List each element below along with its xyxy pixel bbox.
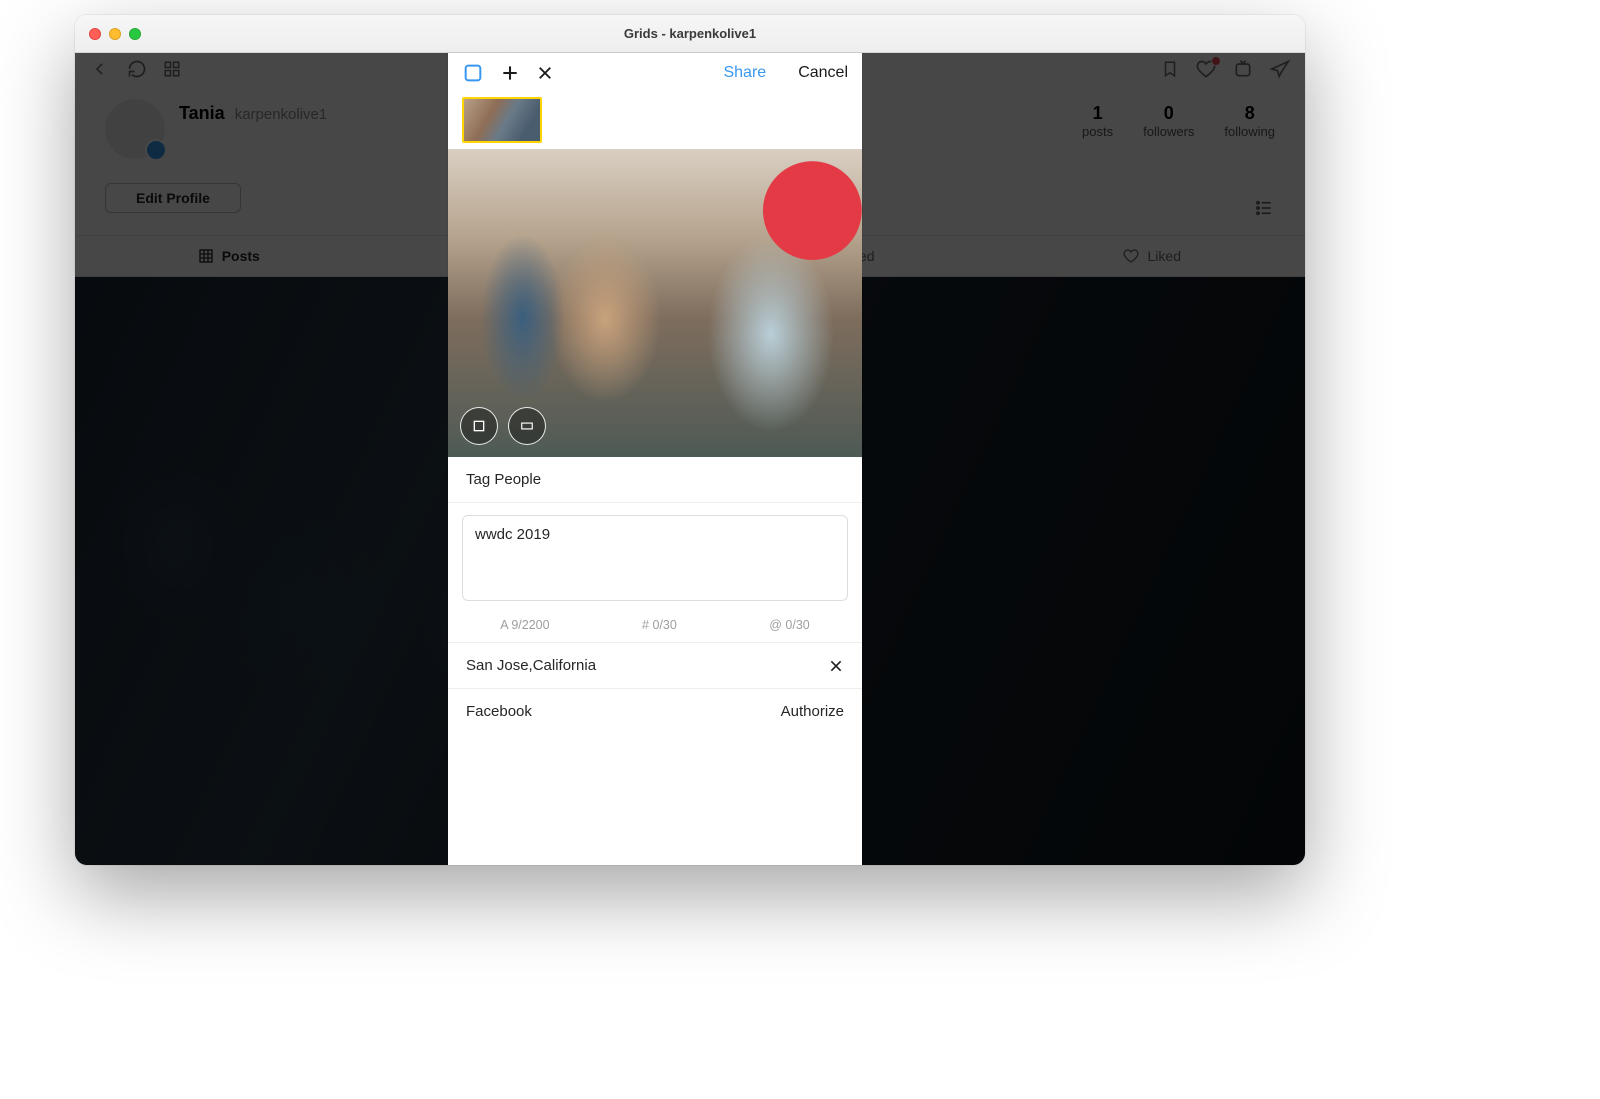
cancel-button[interactable]: Cancel xyxy=(798,64,848,82)
media-thumbnails xyxy=(448,93,862,149)
compose-panel: Share Cancel Tag People xyxy=(448,53,862,865)
facebook-share-row[interactable]: Facebook Authorize xyxy=(448,688,862,734)
media-thumbnail-selected[interactable] xyxy=(462,97,542,143)
window-title: Grids - karpenkolive1 xyxy=(75,26,1305,41)
mention-counter: @ 0/30 xyxy=(769,618,810,632)
content-area: Tania karpenkolive1 1 posts 0 follower xyxy=(75,53,1305,865)
crop-square-button[interactable] xyxy=(460,407,498,445)
location-row[interactable]: San Jose,California xyxy=(448,642,862,688)
titlebar: Grids - karpenkolive1 xyxy=(75,15,1305,53)
clear-location-icon[interactable] xyxy=(828,658,844,674)
tag-people-row[interactable]: Tag People xyxy=(448,457,862,503)
remove-media-icon[interactable] xyxy=(536,64,554,82)
authorize-button[interactable]: Authorize xyxy=(781,703,844,720)
app-window: Grids - karpenkolive1 xyxy=(75,15,1305,865)
hashtag-counter: # 0/30 xyxy=(642,618,677,632)
compose-toolbar: Share Cancel xyxy=(448,53,862,93)
aspect-ratio-icon[interactable] xyxy=(462,62,484,84)
crop-landscape-button[interactable] xyxy=(508,407,546,445)
media-preview[interactable] xyxy=(448,149,862,457)
caption-area: wwdc 2019 xyxy=(448,503,862,610)
share-target-label: Facebook xyxy=(466,703,532,720)
caption-input[interactable]: wwdc 2019 xyxy=(462,515,848,601)
caption-counters: A 9/2200 # 0/30 @ 0/30 xyxy=(448,610,862,642)
char-counter: A 9/2200 xyxy=(500,618,549,632)
tag-people-label: Tag People xyxy=(466,471,541,488)
add-media-icon[interactable] xyxy=(500,63,520,83)
share-button[interactable]: Share xyxy=(723,64,766,82)
location-value: San Jose,California xyxy=(466,657,596,674)
